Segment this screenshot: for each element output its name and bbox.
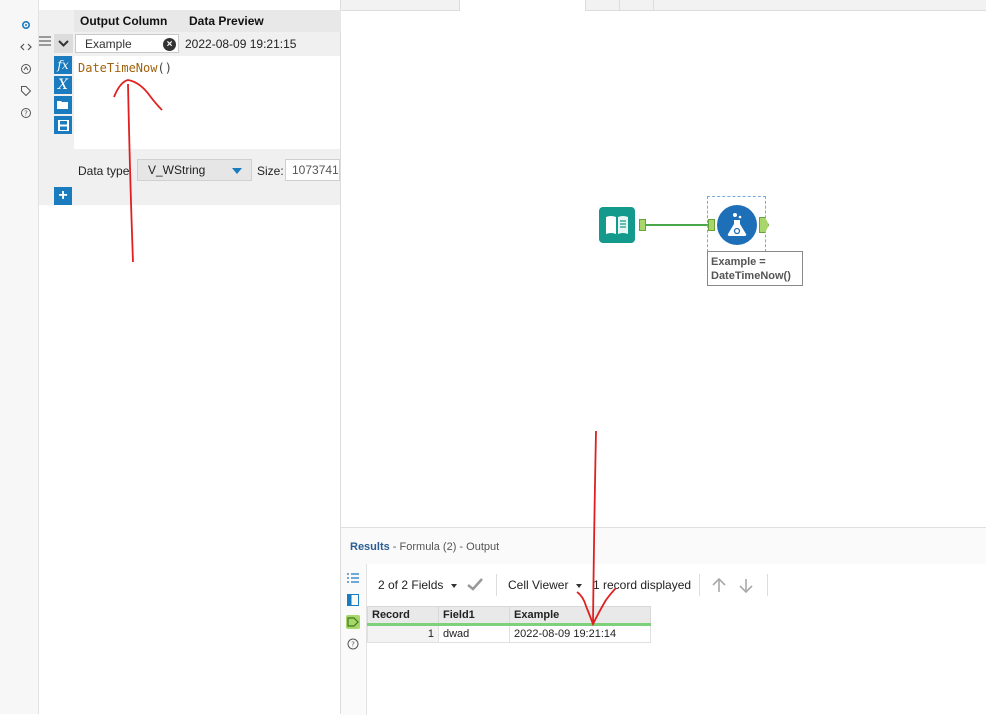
cell-viewer-label: Cell Viewer xyxy=(508,578,569,592)
table-row[interactable]: 1 dwad 2022-08-09 19:21:14 xyxy=(367,624,651,643)
cell-viewer-dropdown[interactable]: Cell Viewer xyxy=(508,578,583,592)
column-header-record[interactable]: Record xyxy=(367,606,439,626)
size-label: Size: xyxy=(257,164,284,178)
formula-config-panel: Output Column Data Preview Example × 202… xyxy=(39,0,348,714)
help-icon[interactable]: ? xyxy=(17,104,35,122)
svg-text:?: ? xyxy=(24,110,28,118)
output-column-header: Output Column xyxy=(74,10,187,32)
formula-annotation: Example = DateTimeNow() xyxy=(707,251,803,286)
data-preview-value: 2022-08-09 19:21:15 xyxy=(185,37,297,51)
formula-output-anchor[interactable] xyxy=(759,217,769,233)
column-header-field1[interactable]: Field1 xyxy=(438,606,510,626)
gear-icon[interactable] xyxy=(17,16,35,34)
help-icon[interactable]: ? xyxy=(346,637,360,651)
left-icon-strip: ? xyxy=(0,0,39,714)
variable-icon[interactable]: X xyxy=(54,76,72,94)
results-title: Results - Formula (2) - Output xyxy=(350,541,500,553)
results-table: Record Field1 Example 1 dwad 2022-08-09 … xyxy=(367,606,651,643)
checkmark-icon[interactable] xyxy=(466,578,483,594)
metadata-icon[interactable] xyxy=(346,593,360,607)
data-type-label: Data type xyxy=(78,164,130,178)
arrow-circle-icon[interactable] xyxy=(17,60,35,78)
connection-line[interactable] xyxy=(646,224,708,226)
output-anchor[interactable] xyxy=(639,219,646,231)
example-cell[interactable]: 2022-08-09 19:21:14 xyxy=(509,624,651,643)
arrow-down-icon[interactable] xyxy=(739,578,753,596)
function-icon[interactable]: fx xyxy=(54,56,72,74)
tag-icon[interactable] xyxy=(17,82,35,100)
caret-down-icon xyxy=(451,584,458,588)
input-data-tool[interactable] xyxy=(599,207,635,243)
column-header-example[interactable]: Example xyxy=(509,606,651,626)
flask-icon xyxy=(727,213,747,236)
field1-cell[interactable]: dwad xyxy=(438,624,510,643)
record-cell[interactable]: 1 xyxy=(367,624,439,643)
results-grid[interactable]: Record Field1 Example 1 dwad 2022-08-09 … xyxy=(367,606,986,715)
data-type-select[interactable]: V_WString xyxy=(137,159,252,181)
fields-label: 2 of 2 Fields xyxy=(378,578,444,593)
formula-tool[interactable] xyxy=(717,205,757,245)
arrow-up-icon[interactable] xyxy=(712,577,726,596)
open-folder-icon[interactable] xyxy=(54,96,72,114)
book-icon xyxy=(606,216,628,234)
svg-text:?: ? xyxy=(351,641,355,649)
chevron-down-icon[interactable] xyxy=(54,34,73,53)
clear-icon[interactable]: × xyxy=(163,38,176,51)
input-anchor[interactable] xyxy=(708,219,715,231)
annotation-line-2: DateTimeNow() xyxy=(711,270,791,282)
tab-active[interactable] xyxy=(460,0,585,11)
results-side-toolbar: ? xyxy=(341,564,367,715)
code-icon[interactable] xyxy=(17,38,35,56)
records-displayed-text: 1 record displayed xyxy=(593,578,692,592)
data-tag-icon[interactable] xyxy=(346,615,360,629)
data-preview-header: Data Preview xyxy=(181,10,348,32)
results-toolbar: 2 of 2 Fields Cell Viewer 1 record displ… xyxy=(367,564,986,606)
size-input[interactable]: 1073741823 xyxy=(285,159,340,181)
annotation-line-1: Example = xyxy=(711,256,766,268)
drag-handle-icon[interactable] xyxy=(39,34,51,52)
add-column-button[interactable]: + xyxy=(54,187,72,205)
expression-text: DateTimeNow() xyxy=(78,61,172,75)
caret-down-icon xyxy=(576,583,583,588)
workflow-canvas[interactable]: Example = DateTimeNow() xyxy=(341,0,986,527)
list-icon[interactable] xyxy=(346,571,360,585)
results-panel: Results - Formula (2) - Output ? 2 of 2 … xyxy=(341,527,986,715)
fields-dropdown[interactable]: 2 of 2 Fields xyxy=(378,578,483,594)
data-type-value: V_WString xyxy=(148,163,206,177)
save-icon[interactable] xyxy=(54,116,72,134)
dropdown-arrow-icon xyxy=(232,168,242,174)
canvas-tab-bar xyxy=(341,0,986,11)
expression-editor[interactable]: DateTimeNow() xyxy=(74,56,340,149)
